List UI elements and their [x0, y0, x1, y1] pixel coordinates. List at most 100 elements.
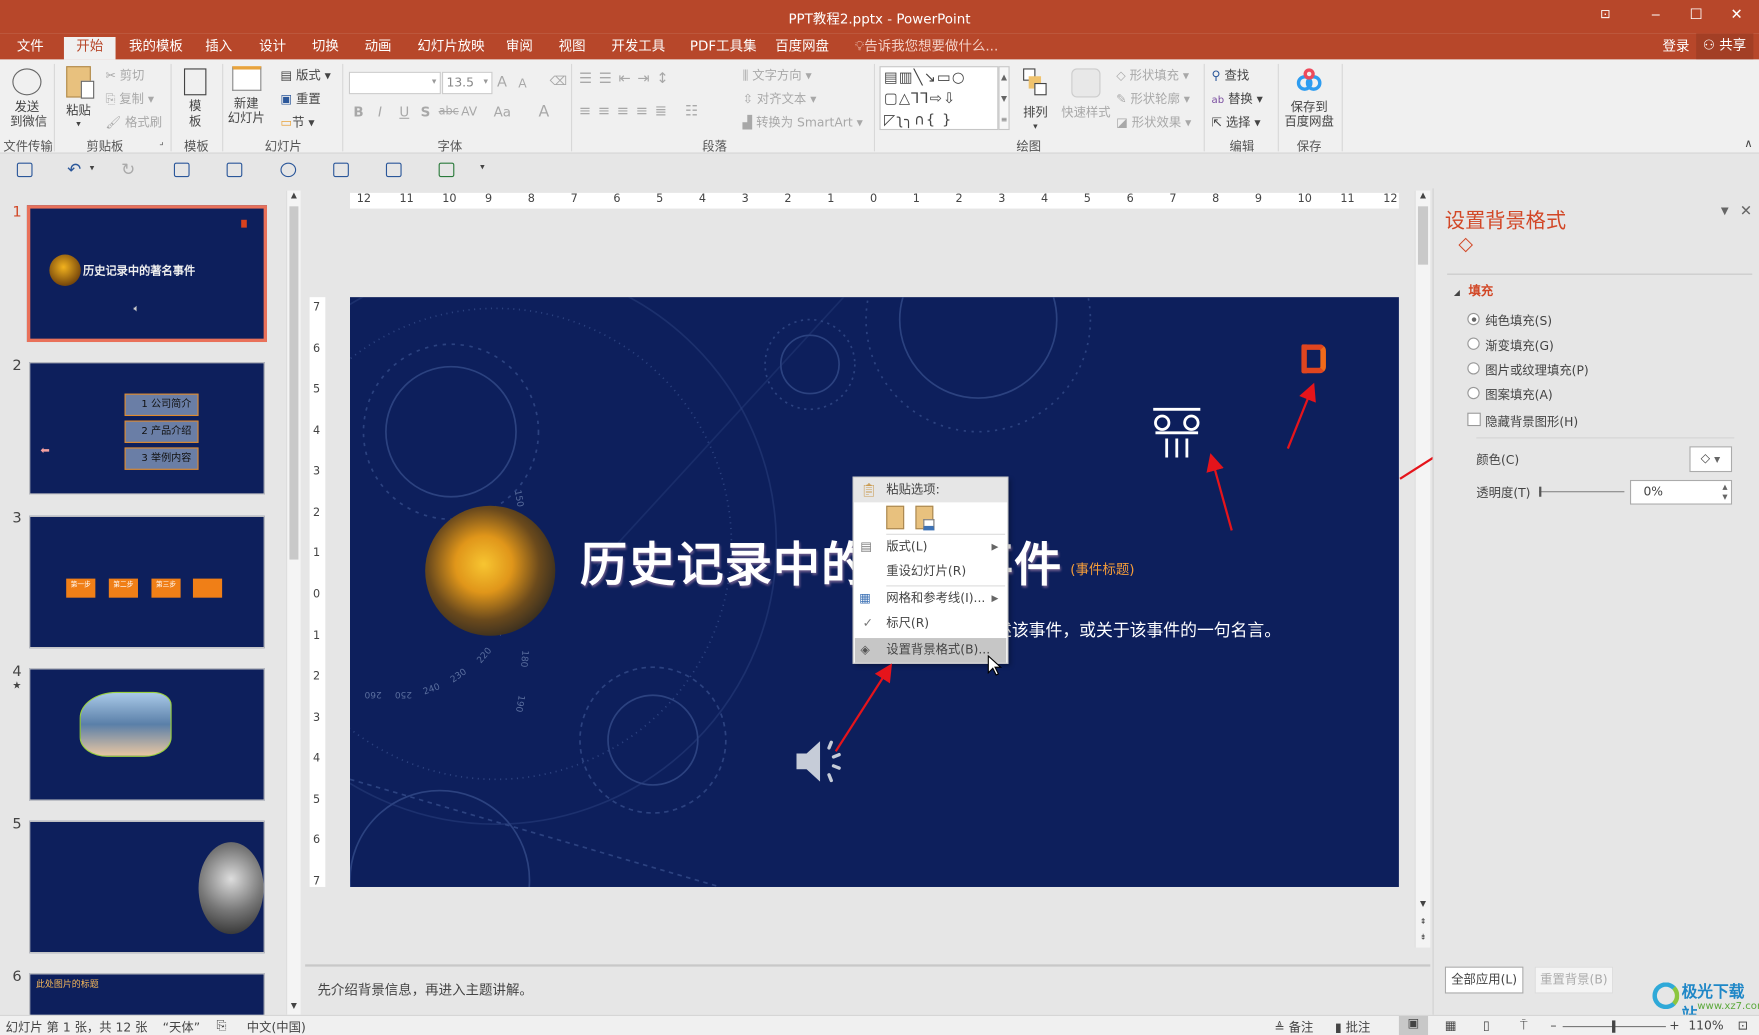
underline-button[interactable]: U	[399, 104, 409, 120]
radio-button[interactable]	[1467, 386, 1480, 400]
slide-thumbnail-1[interactable]: 历史记录中的著名事件 🔈︎	[26, 205, 267, 343]
slide-count[interactable]: 幻灯片 第 1 张，共 12 张	[6, 1018, 148, 1035]
zoom-out-icon[interactable]: –	[1550, 1018, 1556, 1033]
paste-button[interactable]: 粘贴 ▾	[66, 66, 95, 129]
align-buttons[interactable]: ≡≡≡≡≣ ☷	[579, 103, 705, 120]
font-color-button[interactable]: A	[538, 103, 549, 121]
scroll-thumb[interactable]	[289, 206, 299, 560]
fill-section-header[interactable]: ◢ 填充	[1454, 281, 1493, 299]
replace-button[interactable]: ab 替换 ▾	[1212, 90, 1263, 108]
shape-effects-button[interactable]: ◪ 形状效果 ▾	[1116, 113, 1191, 131]
ionic-column-icon[interactable]	[1149, 406, 1205, 462]
ribbon-display-icon[interactable]: ⊡	[1593, 7, 1618, 22]
slide-thumbnail-5[interactable]	[29, 820, 265, 954]
new-slide-button[interactable]: 新建 幻灯片	[228, 66, 265, 126]
vertical-ruler[interactable]: 7 6 5 4 3 2 1 0 1 2 3 4 5 6 7	[309, 297, 326, 888]
change-case-button[interactable]: Aa	[494, 104, 511, 120]
tab-design[interactable]: 设计	[259, 37, 286, 59]
send-to-wechat-button[interactable]: 发送 到微信	[10, 68, 47, 129]
undo-icon[interactable]: ↶	[67, 159, 81, 179]
audio-speaker-icon[interactable]	[793, 737, 849, 787]
shapes-gallery[interactable]: ▤▥╲↘▭○ ▢△⅂⅂⇨⇩ ◸ʅ╮∩{ }	[879, 66, 999, 131]
menu-item-ruler[interactable]: ✓ 标尺(R)	[854, 611, 1008, 636]
shape-outline-button[interactable]: ✎ 形状轮廓 ▾	[1116, 90, 1190, 108]
slide-thumbnail-4[interactable]	[29, 668, 265, 801]
text-box-icon[interactable]	[226, 162, 243, 178]
slide-thumbnail-3[interactable]: 第一步 第二步 第三步	[29, 515, 265, 649]
find-button[interactable]: ⚲ 查找	[1212, 66, 1250, 84]
customize-qat-icon[interactable]: ▾	[480, 161, 485, 171]
save-icon[interactable]	[16, 162, 33, 178]
quick-styles-button[interactable]: 快速样式	[1061, 68, 1111, 121]
tab-view[interactable]: 视图	[559, 37, 586, 59]
tab-file[interactable]: 文件	[17, 37, 44, 59]
radio-solid-fill[interactable]: 纯色填充(S)	[1467, 312, 1552, 330]
language[interactable]: 中文(中国)	[247, 1018, 306, 1035]
shadow-button[interactable]: S	[421, 104, 431, 120]
radio-button[interactable]	[1467, 312, 1480, 326]
from-beginning-icon[interactable]	[173, 162, 190, 178]
undo-dropdown-icon[interactable]: ▾	[90, 163, 95, 173]
print-preview-icon[interactable]	[385, 162, 402, 178]
italic-button[interactable]: I	[378, 104, 382, 120]
slide-thumbnail-2[interactable]: 1 公司简介 2 产品介绍 3 举例内容 ⬅	[29, 362, 265, 495]
collapse-ribbon-icon[interactable]: ∧	[1744, 138, 1752, 150]
slide-sorter-icon[interactable]: ▦	[1445, 1018, 1457, 1033]
minimize-button[interactable]: ‒	[1643, 7, 1668, 24]
shrink-font-button[interactable]: A	[518, 76, 526, 91]
font-size-select[interactable]: 13.5 ▾	[441, 71, 493, 95]
grow-font-button[interactable]: A	[497, 74, 507, 91]
share-button[interactable]: ⚇ 共享	[1696, 33, 1753, 60]
checkbox[interactable]	[1467, 412, 1481, 427]
copy-button[interactable]: ⎘ 复制 ▾	[105, 90, 154, 108]
spellcheck-icon[interactable]: ⎘	[217, 1018, 227, 1034]
editor-scrollbar[interactable]: ▲ ▼ ⇞ ⇟	[1414, 190, 1431, 948]
screenshot-icon[interactable]	[438, 162, 455, 178]
tab-animations[interactable]: 动画	[365, 37, 392, 59]
office-logo-icon[interactable]	[1301, 344, 1326, 374]
list-buttons[interactable]: ☰☰⇤⇥↕	[579, 71, 676, 88]
character-spacing-button[interactable]: AV	[461, 104, 477, 119]
redo-icon[interactable]: ↻	[121, 159, 135, 179]
clear-formatting-icon[interactable]: ⌫	[550, 74, 567, 89]
shape-fill-button[interactable]: ◇ 形状填充 ▾	[1116, 66, 1189, 84]
text-direction-button[interactable]: ⫼ 文字方向 ▾	[743, 66, 812, 84]
login-link[interactable]: 登录	[1663, 37, 1690, 59]
comments-button[interactable]: ▮ 批注	[1335, 1018, 1370, 1035]
tab-my-templates[interactable]: 我的模板	[129, 37, 183, 59]
menu-item-format-background[interactable]: ◈ 设置背景格式(B)...	[854, 638, 1007, 663]
slide-title-note[interactable]: (事件标题)	[1070, 560, 1134, 579]
slideshow-view-icon[interactable]: ⍑	[1520, 1018, 1527, 1034]
tab-transitions[interactable]: 切换	[312, 37, 339, 59]
previous-slide-icon[interactable]: ⇞	[1416, 917, 1431, 926]
reset-button[interactable]: ▣ 重置	[280, 90, 320, 108]
maximize-button[interactable]: ☐	[1684, 7, 1709, 24]
align-text-button[interactable]: ⇳ 对齐文本 ▾	[743, 90, 817, 108]
horizontal-ruler[interactable]: 12 11 10 9 8 7 6 5 4 3 2 1 0 1 2 3 4 5 6 7 8 9 10 11 12	[350, 192, 1399, 209]
tab-pdf-tools[interactable]: PDF工具集	[690, 37, 757, 59]
radio-pattern-fill[interactable]: 图案填充(A)	[1467, 386, 1553, 404]
zoom-slider[interactable]	[1562, 1020, 1666, 1033]
slider-thumb[interactable]	[1539, 486, 1542, 497]
paste-as-picture-icon[interactable]	[915, 505, 935, 531]
tab-slideshow[interactable]: 幻灯片放映	[417, 37, 484, 59]
convert-smartart-button[interactable]: ▟ 转换为 SmartArt ▾	[743, 113, 863, 131]
format-painter-button[interactable]: 🖌︎ 格式刷	[105, 113, 162, 131]
color-picker-button[interactable]: ◇ ▼	[1689, 446, 1733, 473]
tab-insert[interactable]: 插入	[205, 37, 232, 59]
scroll-thumb[interactable]	[1417, 206, 1429, 265]
close-button[interactable]: ✕	[1724, 7, 1749, 24]
radio-gradient-fill[interactable]: 渐变填充(G)	[1467, 336, 1554, 354]
reset-background-button[interactable]: 重置背景(B)	[1534, 966, 1614, 994]
fill-category-icon[interactable]: ◇	[1458, 233, 1473, 255]
spinner-icon[interactable]: ▲ ▼	[1722, 482, 1727, 502]
paste-keep-source-icon[interactable]	[886, 505, 905, 530]
strikethrough-button[interactable]: abc	[439, 105, 459, 117]
transparency-slider[interactable]	[1539, 486, 1625, 497]
menu-item-layout[interactable]: ▤ 版式(L) ▶	[854, 535, 1008, 560]
next-slide-icon[interactable]: ⇟	[1416, 933, 1431, 942]
zoom-level[interactable]: 110%	[1688, 1018, 1723, 1033]
shapes-gallery-scroll[interactable]: ▲ ▼ ≡	[998, 66, 1010, 131]
layout-button[interactable]: ▤ 版式 ▾	[280, 66, 330, 84]
apply-to-all-button[interactable]: 全部应用(L)	[1444, 966, 1524, 994]
